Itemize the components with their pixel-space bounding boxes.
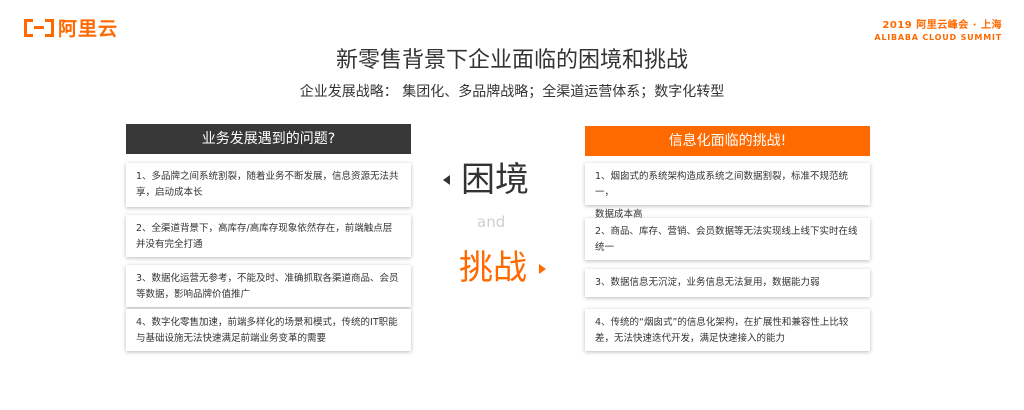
challenge-item: 4、传统的“烟囱式”的信息化架构，在扩展性和兼容性上比较差，无法快速迭代开发，满…	[585, 309, 870, 351]
slide-title: 新零售背景下企业面临的困境和挑战	[335, 48, 688, 73]
problem-item: 2、全渠道背景下，高库存/高库存现象依然存在，前端触点层并没有完全打通	[126, 215, 411, 257]
problems-panel: 业务发展遇到的问题? 1、多品牌之间系统割裂，随着业务不断发展，信息资源无法共享…	[126, 124, 411, 351]
alibaba-cloud-logo: 阿里云	[24, 14, 118, 41]
dilemma-word: 困境	[461, 160, 529, 200]
slide-subtitle: 企业发展战略： 集团化、多品牌战略；全渠道运营体系；数字化转型	[299, 84, 725, 100]
problem-item: 3、数据化运营无参考，不能及时、准确抓取各渠道商品、会员等数据，影响品牌价值推广	[126, 265, 411, 307]
challenge-item: 2、商品、库存、营销、会员数据等无法实现线上线下实时在线统一	[585, 218, 870, 260]
challenges-panel: 信息化面临的挑战! 1、烟囱式的系统架构造成系统之间数据割裂，标准不规范统一， …	[585, 126, 870, 351]
logo-text: 阿里云	[58, 18, 119, 40]
challenge-word: 挑战	[459, 248, 527, 288]
challenge-item: 3、数据信息无沉淀，业务信息无法复用，数据能力弱	[585, 269, 870, 297]
challenge-item-continuation: 数据成本高	[595, 209, 643, 220]
problems-header: 业务发展遇到的问题?	[126, 124, 411, 154]
arrow-right-icon	[539, 264, 546, 274]
problem-item: 1、多品牌之间系统割裂，随着业务不断发展，信息资源无法共享，启动成本长	[126, 163, 411, 207]
and-word: and	[477, 213, 506, 231]
challenges-header: 信息化面临的挑战!	[585, 126, 870, 156]
problem-item: 4、数字化零售加速，前端多样化的场景和模式，传统的IT职能与基础设施无法快速满足…	[126, 309, 411, 351]
summit-title: 2019 阿里云峰会 · 上海	[882, 20, 1002, 31]
summit-badge: 2019 阿里云峰会 · 上海 ALIBABA CLOUD SUMMIT	[874, 16, 1002, 42]
summit-subtitle: ALIBABA CLOUD SUMMIT	[874, 33, 1002, 42]
challenge-item: 1、烟囱式的系统架构造成系统之间数据割裂，标准不规范统一，	[585, 163, 870, 205]
arrow-left-icon	[443, 175, 450, 185]
alibaba-cloud-logo-icon	[24, 18, 54, 37]
